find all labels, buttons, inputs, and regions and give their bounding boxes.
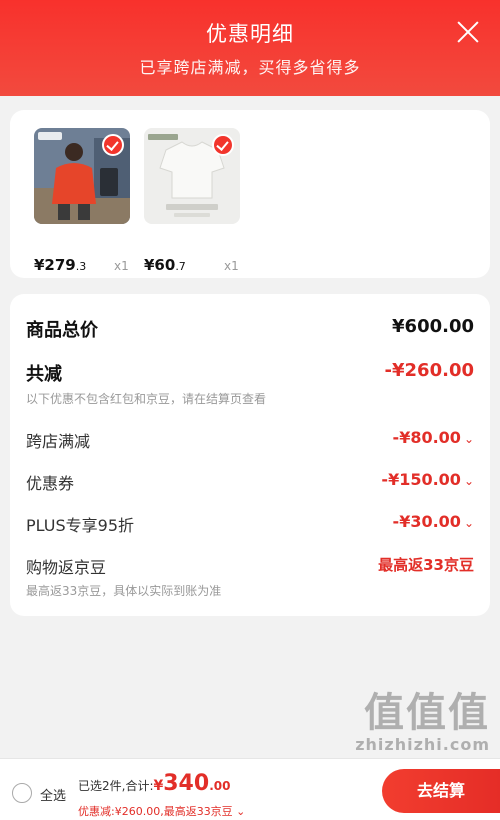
chevron-down-icon[interactable]: ⌄ bbox=[464, 474, 474, 488]
watermark-url: zhizhizhi.com bbox=[355, 735, 490, 754]
chevron-down-icon[interactable]: ⌄ bbox=[464, 516, 474, 530]
discount-summary[interactable]: 优惠减:¥260.00,最高返33京豆 ⌄ bbox=[78, 803, 245, 819]
discount-value: -¥30.00 ⌄ bbox=[393, 512, 474, 531]
beans-row: 购物返京豆 最高返33京豆 bbox=[26, 554, 474, 578]
total-price-row: 商品总价 ¥600.00 bbox=[26, 316, 474, 341]
currency-symbol: ¥ bbox=[153, 778, 164, 794]
header: 优惠明细 已享跨店满减，买得多省得多 bbox=[0, 0, 500, 96]
product-price: ¥60.7 bbox=[144, 256, 186, 274]
bottom-bar: 全选 已选2件,合计:¥340.00 优惠减:¥260.00,最高返33京豆 ⌄… bbox=[0, 758, 500, 820]
discount-label: 优惠券 bbox=[26, 474, 75, 493]
total-amount: 340 bbox=[163, 771, 210, 796]
discount-amount: -¥30.00 bbox=[392, 512, 461, 531]
product-price-decimal: .3 bbox=[75, 260, 87, 273]
discount-row-cross-store[interactable]: 跨店满减 -¥80.00 ⌄ bbox=[26, 428, 474, 452]
select-all-radio[interactable] bbox=[12, 783, 32, 803]
total-price-value: ¥600.00 bbox=[392, 316, 474, 337]
product-price-decimal: .7 bbox=[175, 260, 186, 273]
product-price-main: ¥279 bbox=[34, 256, 76, 274]
page-title: 优惠明细 bbox=[206, 22, 294, 46]
watermark-logo: 值值值 bbox=[364, 690, 490, 736]
total-reduce-value: -¥260.00 bbox=[384, 360, 474, 381]
discount-label: PLUS专享95折 bbox=[26, 516, 134, 535]
total-amount-decimal: .00 bbox=[209, 779, 231, 793]
watermark: 值值值 zhizhizhi.com bbox=[355, 691, 490, 754]
discount-sheet: ¥279.3 x1 ¥60.7 x1 商品总价 ¥600.00 共减 -¥260… bbox=[0, 96, 500, 820]
close-icon[interactable] bbox=[454, 18, 482, 46]
discount-row-plus[interactable]: PLUS专享95折 -¥30.00 ⌄ bbox=[26, 512, 474, 536]
discount-amount: -¥80.00 bbox=[392, 428, 461, 447]
selected-check-icon[interactable] bbox=[212, 134, 234, 156]
select-all-label[interactable]: 全选 bbox=[40, 785, 66, 804]
chevron-down-icon[interactable]: ⌄ bbox=[464, 432, 474, 446]
reduce-note: 以下优惠不包含红包和京豆，请在结算页查看 bbox=[26, 392, 267, 406]
discount-label: 跨店满减 bbox=[26, 432, 91, 451]
discount-value: -¥80.00 ⌄ bbox=[393, 428, 474, 447]
discount-summary-text: 优惠减:¥260.00,最高返33京豆 bbox=[78, 805, 233, 818]
product-list: ¥279.3 x1 ¥60.7 x1 bbox=[10, 110, 490, 278]
total-price-label: 商品总价 bbox=[26, 320, 98, 341]
discount-row-coupon[interactable]: 优惠券 -¥150.00 ⌄ bbox=[26, 470, 474, 494]
product-price: ¥279.3 bbox=[34, 256, 86, 274]
total-reduce-row: 共减 -¥260.00 bbox=[26, 360, 474, 385]
beans-value: 最高返33京豆 bbox=[378, 556, 474, 574]
product-price-main: ¥60 bbox=[144, 256, 176, 274]
total-reduce-label: 共减 bbox=[26, 364, 62, 385]
chevron-down-icon[interactable]: ⌄ bbox=[233, 805, 245, 818]
beans-label: 购物返京豆 bbox=[26, 558, 107, 577]
beans-note: 最高返33京豆，具体以实际到账为准 bbox=[26, 584, 222, 598]
product-quantity: x1 bbox=[224, 259, 239, 273]
discount-value: -¥150.00 ⌄ bbox=[381, 470, 474, 489]
discount-detail-card: 商品总价 ¥600.00 共减 -¥260.00 以下优惠不包含红包和京豆，请在… bbox=[10, 294, 490, 616]
checkout-button[interactable]: 去结算 bbox=[382, 769, 500, 813]
order-summary: 已选2件,合计:¥340.00 bbox=[78, 771, 230, 796]
summary-prefix: 已选2件,合计: bbox=[78, 779, 154, 793]
product-quantity: x1 bbox=[114, 259, 129, 273]
discount-amount: -¥150.00 bbox=[381, 470, 461, 489]
selected-check-icon[interactable] bbox=[102, 134, 124, 156]
page-subtitle: 已享跨店满减，买得多省得多 bbox=[139, 58, 361, 77]
